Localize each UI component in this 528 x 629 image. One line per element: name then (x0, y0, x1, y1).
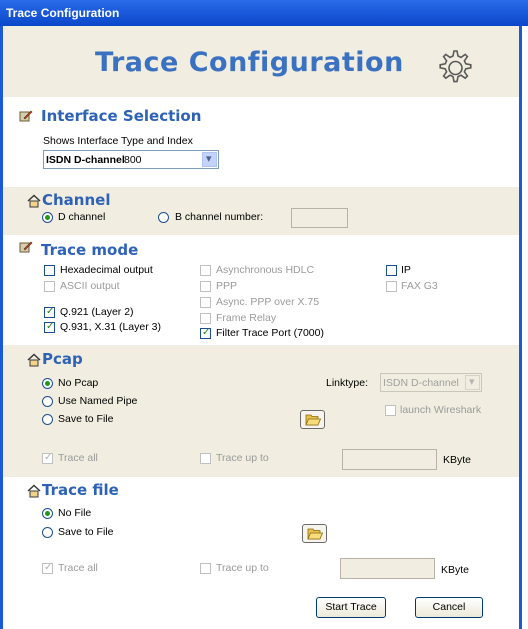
trace-size-field[interactable] (340, 558, 435, 579)
pcap-trace-up-to-label: Trace up to (216, 452, 269, 464)
async-ppp-checkbox[interactable] (200, 297, 211, 308)
q931-checkbox[interactable]: ✓ (44, 321, 55, 333)
filter-trace-port-checkbox[interactable]: ✓ (200, 327, 211, 339)
home-icon (27, 484, 41, 498)
hexadecimal-output-label: Hexadecimal output (60, 264, 153, 276)
frame-relay-label: Frame Relay (216, 312, 277, 324)
folder-open-icon (307, 528, 324, 540)
linktype-label: Linktype: (326, 377, 369, 389)
trace-up-to-label: Trace up to (216, 562, 269, 574)
trace-file-browse-button[interactable] (302, 524, 327, 543)
pcap-browse-button[interactable] (300, 410, 325, 429)
chevron-down-icon[interactable] (202, 152, 217, 167)
start-trace-button[interactable]: Start Trace (316, 597, 386, 618)
home-icon (27, 194, 41, 208)
ip-checkbox[interactable] (386, 265, 397, 276)
async-hdlc-checkbox[interactable] (200, 265, 211, 276)
named-pipe-label: Use Named Pipe (58, 395, 138, 407)
async-ppp-label: Async. PPP over X.75 (216, 296, 320, 308)
interface-type-value: ISDN D-channel (46, 154, 125, 166)
no-pcap-radio[interactable] (42, 378, 53, 389)
launch-wireshark-checkbox[interactable] (385, 405, 396, 416)
linktype-value: ISDN D-channel (383, 377, 459, 389)
pcap-size-field[interactable] (342, 449, 437, 470)
trace-mode-title: Trace mode (41, 241, 139, 259)
pencil-icon (19, 241, 33, 253)
pcap-trace-up-to-checkbox[interactable] (200, 453, 211, 464)
b-channel-radio[interactable] (158, 212, 169, 223)
pencil-icon (19, 110, 33, 122)
interface-description: Shows Interface Type and Index (43, 135, 193, 147)
trace-save-file-label: Save to File (58, 526, 114, 538)
trace-all-checkbox[interactable]: ✓ (42, 562, 53, 574)
pcap-trace-all-checkbox[interactable]: ✓ (42, 452, 53, 464)
ascii-output-checkbox[interactable] (44, 281, 55, 292)
trace-up-to-checkbox[interactable] (200, 563, 211, 574)
filter-trace-port-label: Filter Trace Port (7000) (216, 327, 324, 339)
interface-select[interactable]: ISDN D-channel 800 (43, 150, 219, 169)
b-channel-number-field[interactable] (291, 208, 348, 228)
interface-selection-title: Interface Selection (41, 107, 202, 125)
b-channel-label: B channel number: (175, 211, 264, 223)
launch-wireshark-label: launch Wireshark (400, 404, 482, 416)
no-pcap-label: No Pcap (58, 377, 99, 389)
trace-all-label: Trace all (58, 562, 98, 574)
async-hdlc-label: Asynchronous HDLC (216, 264, 315, 276)
linktype-select[interactable]: ISDN D-channel (380, 373, 482, 392)
pcap-trace-all-label: Trace all (58, 452, 98, 464)
cancel-button[interactable]: Cancel (415, 597, 483, 618)
d-channel-radio[interactable] (42, 212, 53, 223)
hexadecimal-output-checkbox[interactable] (44, 265, 55, 276)
fax-g3-label: FAX G3 (401, 280, 438, 292)
ppp-label: PPP (216, 280, 238, 292)
window-title-bar[interactable]: Trace Configuration (0, 0, 528, 26)
no-file-label: No File (58, 507, 92, 519)
pcap-save-file-radio[interactable] (42, 414, 53, 425)
header-title: Trace Configuration (95, 47, 404, 78)
interface-index-value: 800 (124, 154, 142, 166)
q931-label: Q.931, X.31 (Layer 3) (60, 321, 161, 333)
frame-relay-checkbox[interactable] (200, 313, 211, 324)
pcap-title: Pcap (42, 350, 83, 368)
ppp-checkbox[interactable] (200, 281, 211, 292)
home-icon (27, 353, 41, 367)
q921-label: Q.921 (Layer 2) (60, 306, 134, 318)
ascii-output-label: ASCII output (60, 280, 120, 292)
fax-g3-checkbox[interactable] (386, 281, 397, 292)
trace-file-title: Trace file (42, 481, 119, 499)
channel-title: Channel (42, 191, 111, 209)
named-pipe-radio[interactable] (42, 396, 53, 407)
ip-label: IP (401, 264, 411, 276)
folder-open-icon (305, 414, 322, 426)
trace-save-file-radio[interactable] (42, 527, 53, 538)
chevron-down-icon[interactable] (465, 375, 480, 390)
d-channel-label: D channel (58, 211, 106, 223)
pcap-kbyte-label: KByte (443, 454, 472, 466)
pcap-save-file-label: Save to File (58, 413, 114, 425)
q921-checkbox[interactable]: ✓ (44, 306, 55, 318)
trace-kbyte-label: KByte (441, 564, 470, 576)
no-file-radio[interactable] (42, 508, 53, 519)
trace-configuration-window: Trace Configuration Trace Configuration … (0, 0, 528, 629)
gear-icon (439, 50, 472, 83)
